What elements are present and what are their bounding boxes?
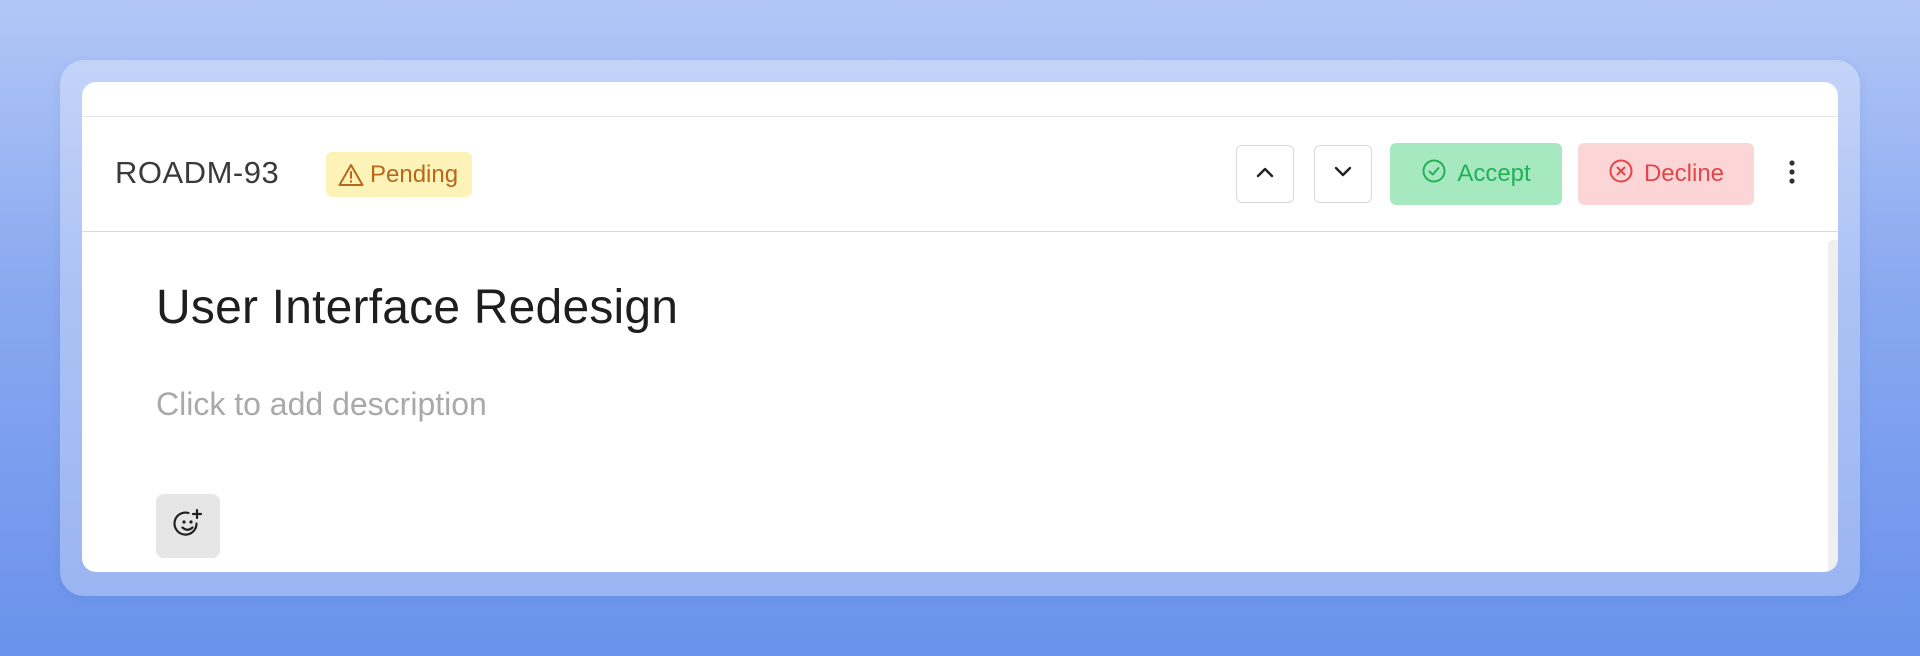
more-options-button[interactable] — [1780, 147, 1804, 201]
add-emoji-icon — [171, 507, 205, 546]
top-strip — [82, 82, 1838, 117]
issue-title[interactable]: User Interface Redesign — [156, 280, 678, 335]
scrollbar[interactable] — [1828, 240, 1838, 572]
issue-body: User Interface Redesign Click to add des… — [82, 232, 1838, 572]
decline-button[interactable]: Decline — [1578, 143, 1754, 205]
check-circle-icon — [1421, 158, 1447, 191]
accept-button[interactable]: Accept — [1390, 143, 1562, 205]
accept-label: Accept — [1457, 160, 1531, 187]
description-field[interactable]: Click to add description — [156, 386, 487, 423]
next-issue-button[interactable] — [1314, 145, 1372, 203]
issue-header: ROADM-93 Pending Accept Decline — [82, 117, 1838, 232]
add-reaction-button[interactable] — [156, 494, 220, 558]
status-label: Pending — [370, 160, 459, 188]
chevron-down-icon — [1334, 165, 1352, 183]
vertical-ellipsis-icon — [1788, 158, 1796, 191]
previous-issue-button[interactable] — [1236, 145, 1294, 203]
x-circle-icon — [1608, 158, 1634, 191]
warning-triangle-icon — [338, 163, 364, 187]
issue-card: ROADM-93 Pending Accept Decline User Int… — [82, 82, 1838, 572]
status-badge[interactable]: Pending — [326, 152, 473, 197]
issue-id[interactable]: ROADM-93 — [115, 155, 279, 191]
decline-label: Decline — [1643, 160, 1725, 187]
chevron-up-icon — [1256, 165, 1274, 183]
